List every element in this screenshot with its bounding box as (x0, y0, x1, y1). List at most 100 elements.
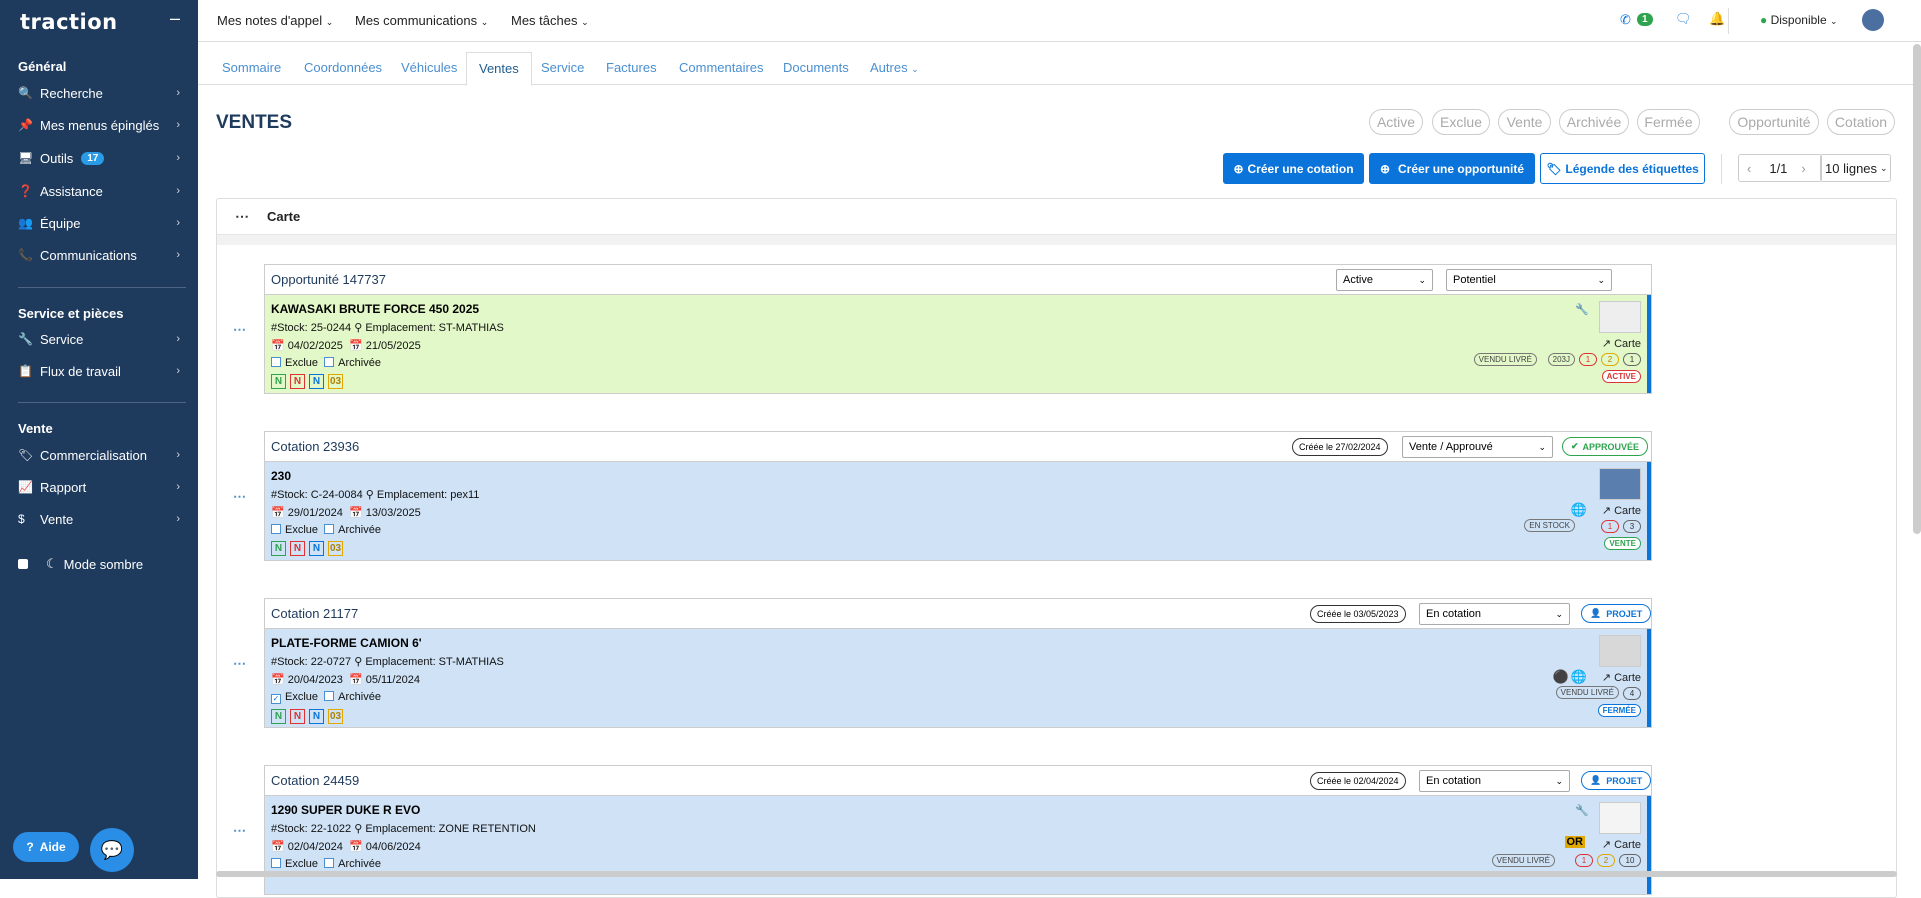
sidebar-item-flux-travail[interactable]: 📋 Flux de travail › (0, 358, 198, 384)
carte-link[interactable]: ↗ Carte (1602, 838, 1641, 851)
tab-autres[interactable]: Autres ⌄ (870, 60, 919, 75)
filter-exclue[interactable]: Exclue (1432, 109, 1490, 135)
help-button[interactable]: ? Aide (13, 832, 79, 862)
vertical-scrollbar[interactable] (1913, 44, 1921, 534)
tag-03[interactable]: 03 (328, 374, 343, 389)
exclue-checkbox-checked[interactable]: ✓ (271, 694, 281, 704)
chevron-right-icon: › (176, 152, 180, 164)
card-menu-icon[interactable]: ⋯ (233, 823, 246, 839)
tag-n-blue[interactable]: N (309, 709, 324, 724)
archivee-checkbox[interactable] (324, 524, 335, 534)
filter-fermee[interactable]: Fermée (1637, 109, 1700, 135)
vehicle-title[interactable]: 1290 SUPER DUKE R EVO (271, 803, 1641, 817)
calendar-icon: 📅 (348, 841, 363, 853)
tag-n-red[interactable]: N (290, 541, 305, 556)
card-menu-icon[interactable]: ⋯ (233, 656, 246, 672)
stage-select[interactable]: Potentiel ⌄ (1446, 269, 1612, 291)
exclue-checkbox[interactable] (271, 858, 281, 868)
sidebar-item-equipe[interactable]: 👥 Équipe › (0, 210, 198, 236)
rows-per-page-select[interactable]: 10 lignes ⌄ (1820, 154, 1891, 182)
sidebar-item-assistance[interactable]: ❓ Assistance › (0, 178, 198, 204)
vehicle-title[interactable]: PLATE-FORME CAMION 6' (271, 636, 1641, 650)
tag-n-blue[interactable]: N (309, 374, 324, 389)
carte-link[interactable]: ↗ Carte (1602, 671, 1641, 684)
sidebar-item-communications[interactable]: 📞 Communications › (0, 242, 198, 268)
tag-n-red[interactable]: N (290, 709, 305, 724)
tab-bar: Sommaire Coordonnées Véhicules Ventes Se… (198, 52, 1921, 86)
status-dropdown[interactable]: ● Disponible ⌄ (1760, 13, 1838, 27)
tag-n-green[interactable]: N (271, 709, 286, 724)
tab-service[interactable]: Service (541, 60, 584, 75)
carte-link[interactable]: ↗ Carte (1602, 504, 1641, 517)
archivee-checkbox[interactable] (324, 691, 335, 701)
menu-communications[interactable]: Mes communications ⌄ (355, 13, 488, 28)
vehicle-thumbnail[interactable] (1599, 301, 1641, 333)
vehicle-title[interactable]: KAWASAKI BRUTE FORCE 450 2025 (271, 302, 1641, 316)
card-menu-icon[interactable]: ⋯ (233, 322, 246, 338)
sidebar-item-recherche[interactable]: 🔍 Recherche › (0, 80, 198, 106)
section-service-pieces: Service et pièces (18, 306, 124, 321)
dark-mode-toggle[interactable]: ☾ Mode sombre (0, 551, 198, 577)
card-menu-icon[interactable]: ⋯ (233, 489, 246, 505)
tab-documents[interactable]: Documents (783, 60, 849, 75)
card-title[interactable]: Opportunité 147737 (271, 272, 386, 287)
card-title[interactable]: Cotation 21177 (271, 606, 358, 621)
chevron-down-icon: ⌄ (1880, 162, 1888, 173)
stage-select[interactable]: En cotation ⌄ (1419, 603, 1570, 625)
vehicle-thumbnail-placeholder[interactable] (1599, 802, 1641, 834)
card-title[interactable]: Cotation 23936 (271, 439, 359, 454)
create-quote-button[interactable]: ⊕ Créer une cotation (1223, 153, 1364, 184)
tab-coordonnees[interactable]: Coordonnées (304, 60, 382, 75)
filter-cotation[interactable]: Cotation (1827, 109, 1895, 135)
tag-n-red[interactable]: N (290, 374, 305, 389)
filter-archivee[interactable]: Archivée (1559, 109, 1629, 135)
sidebar-item-commercialisation[interactable]: 🏷 Commercialisation › (0, 442, 198, 468)
tab-factures[interactable]: Factures (606, 60, 657, 75)
filter-active[interactable]: Active (1369, 109, 1423, 135)
exclue-checkbox[interactable] (271, 357, 281, 367)
message-icon[interactable]: 🗨 (1675, 11, 1692, 27)
horizontal-scrollbar[interactable] (216, 871, 1897, 877)
tab-vehicules[interactable]: Véhicules (401, 60, 457, 75)
more-icon[interactable]: ⋯ (235, 208, 249, 225)
phone-icon[interactable]: ✆ (1620, 12, 1631, 28)
checkbox-icon[interactable] (18, 559, 40, 569)
tab-commentaires[interactable]: Commentaires (679, 60, 764, 75)
tag-n-blue[interactable]: N (309, 541, 324, 556)
carte-link[interactable]: ↗ Carte (1602, 337, 1641, 350)
menu-notes-appel[interactable]: Mes notes d'appel ⌄ (217, 13, 333, 28)
status-select[interactable]: Active ⌄ (1336, 269, 1433, 291)
vehicle-thumbnail[interactable] (1599, 468, 1641, 500)
card-title[interactable]: Cotation 24459 (271, 773, 359, 788)
stage-select[interactable]: En cotation ⌄ (1419, 770, 1570, 792)
avatar[interactable] (1862, 9, 1884, 31)
tag-03[interactable]: 03 (328, 709, 343, 724)
sidebar-item-vente[interactable]: $ Vente › (0, 506, 198, 532)
collapse-sidebar-icon[interactable]: – (170, 8, 180, 29)
tag-03[interactable]: 03 (328, 541, 343, 556)
sidebar-item-menus-epingles[interactable]: 📌 Mes menus épinglés › (0, 112, 198, 138)
sale-card: Opportunité 147737 Active ⌄ Potentiel ⌄ KA… (264, 264, 1652, 394)
sidebar-item-rapport[interactable]: 📈 Rapport › (0, 474, 198, 500)
bell-icon[interactable]: 🔔 (1709, 11, 1725, 27)
sidebar-item-outils[interactable]: 🖥 Outils 17 › (0, 145, 198, 171)
menu-taches[interactable]: Mes tâches ⌄ (511, 13, 589, 28)
archivee-checkbox[interactable] (324, 858, 335, 868)
prev-page-icon[interactable]: ‹ (1747, 161, 1751, 176)
filter-opportunite[interactable]: Opportunité (1729, 109, 1819, 135)
tag-n-green[interactable]: N (271, 541, 286, 556)
next-page-icon[interactable]: › (1801, 161, 1805, 176)
vehicle-thumbnail[interactable] (1599, 635, 1641, 667)
sidebar-item-service[interactable]: 🔧 Service › (0, 326, 198, 352)
legend-button[interactable]: 🏷 Légende des étiquettes (1540, 153, 1705, 184)
exclue-checkbox[interactable] (271, 524, 281, 534)
filter-vente[interactable]: Vente (1498, 109, 1551, 135)
tag-n-green[interactable]: N (271, 374, 286, 389)
stage-select[interactable]: Vente / Approuvé ⌄ (1402, 436, 1553, 458)
archivee-checkbox[interactable] (324, 357, 335, 367)
create-opportunity-button[interactable]: ⊕ Créer une opportunité (1369, 153, 1535, 184)
chat-button[interactable]: 💬 (90, 828, 134, 872)
tab-ventes[interactable]: Ventes (466, 52, 532, 86)
tab-sommaire[interactable]: Sommaire (222, 60, 281, 75)
vehicle-title[interactable]: 230 (271, 469, 1641, 483)
